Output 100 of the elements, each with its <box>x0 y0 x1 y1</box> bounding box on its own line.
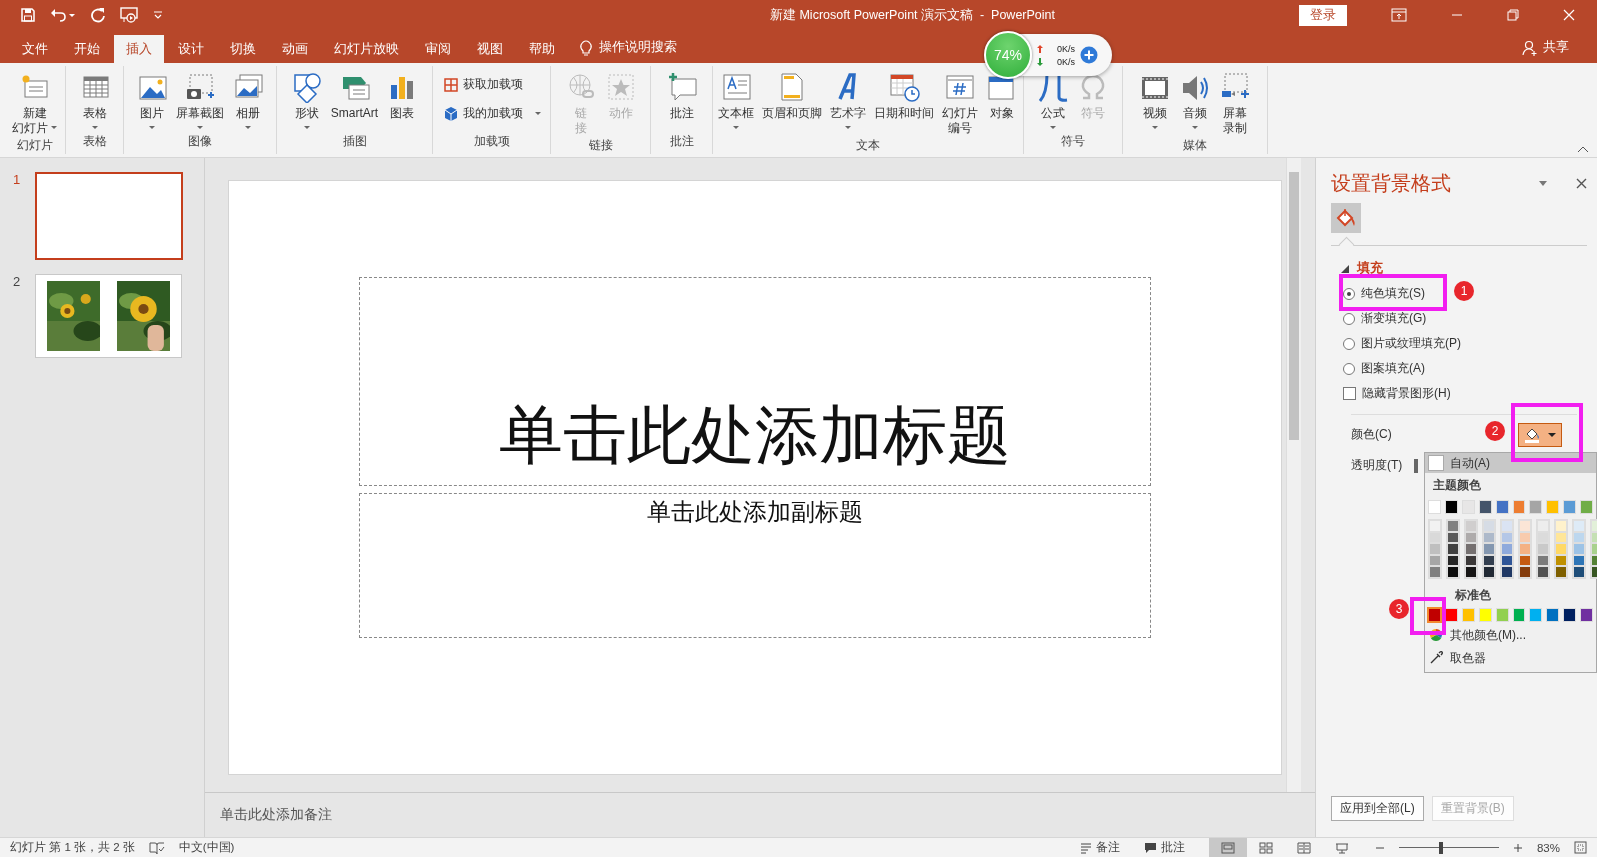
title-placeholder[interactable]: 单击此处添加标题 <box>359 277 1151 486</box>
ribbon-tab[interactable]: 审阅 <box>413 35 463 63</box>
scrollbar[interactable] <box>1286 158 1301 792</box>
ribbon-tab[interactable]: 幻灯片放映 <box>322 35 411 63</box>
color-swatch[interactable] <box>1465 543 1477 555</box>
dropdown-arrow-icon[interactable] <box>1538 180 1548 187</box>
pane-button[interactable]: 应用到全部(L) <box>1331 796 1424 821</box>
more-colors-option[interactable]: 其他颜色(M)... <box>1450 626 1526 644</box>
color-swatch[interactable] <box>1447 566 1459 578</box>
subtitle-placeholder[interactable]: 单击此处添加副标题 <box>359 493 1151 638</box>
ribbon-button[interactable]: 批注 <box>662 70 701 133</box>
ribbon-button[interactable]: 相册 <box>229 70 267 133</box>
customize-caret-icon[interactable] <box>152 9 164 21</box>
color-swatch[interactable] <box>1429 543 1441 555</box>
ribbon-tab[interactable]: 开始 <box>62 35 112 63</box>
radio-button[interactable] <box>1343 287 1355 300</box>
notes-placeholder[interactable]: 单击此处添加备注 <box>220 806 332 824</box>
color-swatch[interactable] <box>1529 607 1543 622</box>
radio-button[interactable] <box>1343 312 1355 325</box>
color-swatch[interactable] <box>1537 566 1549 578</box>
color-swatch[interactable] <box>1563 607 1577 622</box>
ribbon-button[interactable]: 图片 <box>133 70 171 133</box>
color-swatch[interactable] <box>1580 607 1594 622</box>
color-swatch[interactable] <box>1573 520 1585 532</box>
ribbon-button[interactable]: 图表 <box>383 70 422 133</box>
color-swatch[interactable] <box>1483 520 1495 532</box>
color-swatch[interactable] <box>1465 566 1477 578</box>
ribbon-button[interactable]: 音频 <box>1176 70 1214 137</box>
color-swatch[interactable] <box>1555 566 1567 578</box>
ribbon-button[interactable]: 页眉和页脚 <box>759 70 825 137</box>
color-picker-button[interactable] <box>1518 422 1562 447</box>
color-swatch[interactable] <box>1495 500 1509 514</box>
color-swatch[interactable] <box>1546 607 1560 622</box>
color-swatch[interactable] <box>1563 500 1577 514</box>
sign-in-button[interactable]: 登录 <box>1299 4 1347 26</box>
color-swatch[interactable] <box>1428 607 1441 622</box>
ribbon-button[interactable]: 屏幕 录制 <box>1216 70 1254 137</box>
notes-icon[interactable] <box>1079 841 1092 854</box>
ribbon-tab[interactable]: 设计 <box>166 35 216 63</box>
language-status[interactable]: 中文(中国) <box>178 840 235 855</box>
ribbon-tab[interactable]: 插入 <box>114 35 164 63</box>
ribbon-button[interactable]: 屏幕截图 <box>173 70 227 133</box>
color-swatch[interactable] <box>1519 543 1531 555</box>
ribbon-button[interactable]: 获取加载项 <box>442 76 541 93</box>
color-swatch[interactable] <box>1447 543 1459 555</box>
automatic-color-option[interactable]: 自动(A) <box>1425 453 1596 473</box>
ribbon-tab[interactable]: 动画 <box>270 35 320 63</box>
book-check-icon[interactable] <box>148 840 165 855</box>
expand-triangle-icon[interactable] <box>1341 264 1349 273</box>
color-swatch[interactable] <box>1501 566 1513 578</box>
ribbon-tab[interactable]: 视图 <box>465 35 515 63</box>
ribbon-button[interactable]: 日期和时间 <box>871 70 937 137</box>
zoom-in-icon[interactable] <box>1512 842 1523 853</box>
ribbon-button[interactable]: 新建 幻灯片 <box>9 70 60 137</box>
color-swatch[interactable] <box>1529 500 1543 514</box>
ribbon-button[interactable]: 文本框 <box>715 70 757 137</box>
color-swatch[interactable] <box>1573 543 1585 555</box>
color-swatch[interactable] <box>1444 500 1458 514</box>
save-icon[interactable] <box>20 7 36 23</box>
section-title[interactable]: 填充 <box>1357 260 1383 277</box>
slideshow-icon[interactable] <box>120 7 138 23</box>
notes-button[interactable]: 备注 <box>1095 840 1120 855</box>
color-swatch[interactable] <box>1483 566 1495 578</box>
color-swatch[interactable] <box>1447 520 1459 532</box>
ribbon-button[interactable]: 视频 <box>1136 70 1174 137</box>
color-swatch[interactable] <box>1573 566 1585 578</box>
comment-icon[interactable] <box>1143 841 1157 854</box>
color-swatch[interactable] <box>1483 543 1495 555</box>
radio-button[interactable] <box>1343 362 1355 375</box>
color-swatch[interactable] <box>1501 543 1513 555</box>
ribbon-tab[interactable]: 帮助 <box>517 35 567 63</box>
view-button[interactable] <box>1208 838 1247 857</box>
close-icon[interactable] <box>1576 178 1587 189</box>
radio-button[interactable] <box>1343 337 1355 350</box>
eyedropper-option[interactable]: 取色器 <box>1450 649 1486 667</box>
color-swatch[interactable] <box>1501 520 1513 532</box>
restore-icon[interactable] <box>1507 9 1519 21</box>
color-swatch[interactable] <box>1429 566 1441 578</box>
redo-icon[interactable] <box>90 7 106 23</box>
color-swatch[interactable] <box>1546 500 1560 514</box>
ribbon-display-icon[interactable] <box>1391 8 1407 22</box>
comments-button[interactable]: 批注 <box>1160 840 1185 855</box>
ribbon-button[interactable]: 幻灯片 编号 <box>939 70 981 137</box>
color-swatch[interactable] <box>1461 607 1475 622</box>
tell-me-search[interactable]: 操作说明搜索 <box>599 39 677 56</box>
share-button[interactable]: 共享 <box>1543 39 1569 56</box>
ribbon-button[interactable]: SmartArt <box>327 70 382 133</box>
ribbon-button[interactable]: 表格 <box>75 70 114 133</box>
color-swatch[interactable] <box>1429 520 1441 532</box>
ribbon-tab[interactable]: 切换 <box>218 35 268 63</box>
slide-thumbnail[interactable] <box>35 274 182 358</box>
color-swatch[interactable] <box>1478 500 1492 514</box>
color-swatch[interactable] <box>1580 500 1594 514</box>
color-swatch[interactable] <box>1512 500 1526 514</box>
collapse-ribbon-icon[interactable] <box>1577 145 1589 153</box>
ribbon-button[interactable]: 形状 <box>287 70 326 133</box>
color-swatch[interactable] <box>1465 520 1477 532</box>
undo-icon[interactable] <box>50 7 76 23</box>
checkbox[interactable] <box>1343 387 1356 400</box>
plus-icon[interactable] <box>1080 46 1098 64</box>
